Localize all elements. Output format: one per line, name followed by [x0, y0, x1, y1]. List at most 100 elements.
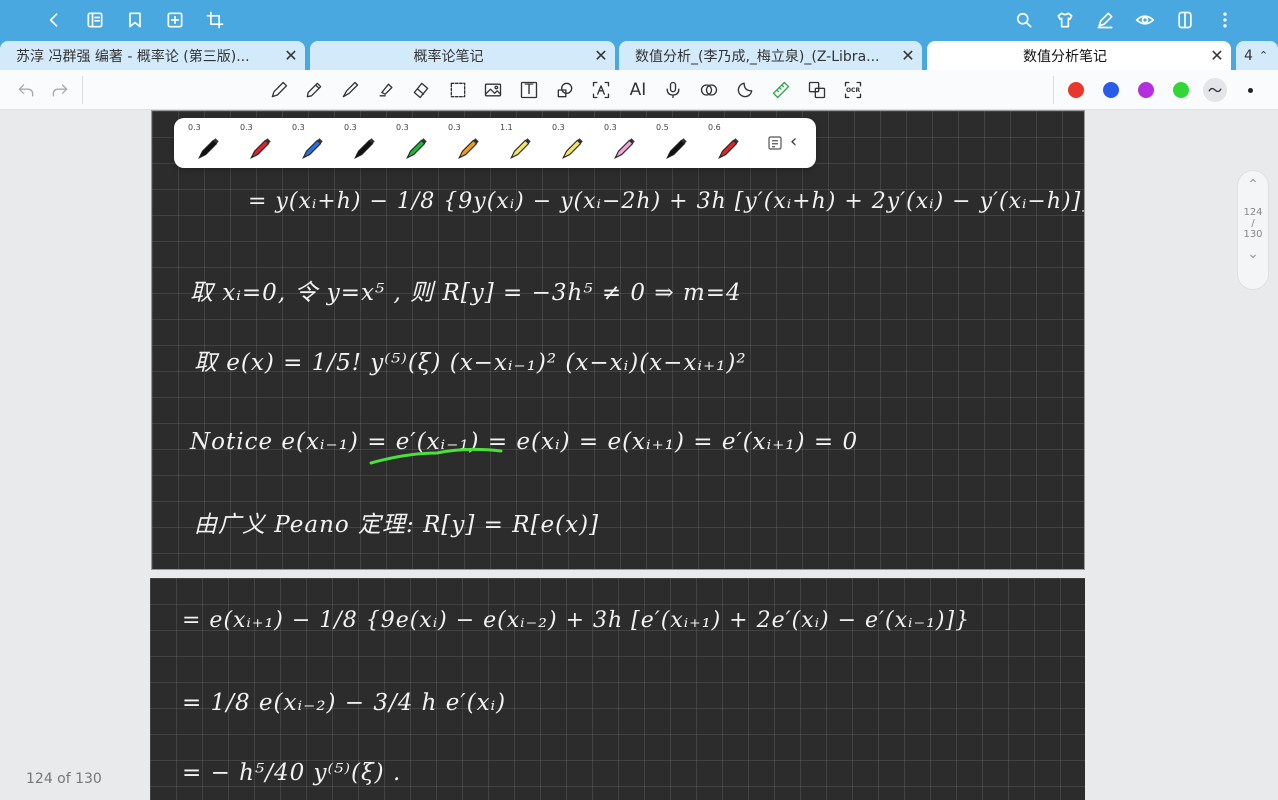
pen-icon — [562, 138, 583, 159]
back-icon[interactable] — [42, 8, 66, 32]
pen-mode-icon[interactable] — [1093, 8, 1117, 32]
grid-background — [152, 111, 1084, 569]
green-highlight-stroke — [369, 447, 503, 465]
sticker-icon[interactable] — [733, 78, 757, 102]
tab-overflow[interactable]: 4 ⌃ — [1236, 41, 1278, 70]
color-swatch-blue[interactable] — [1103, 82, 1119, 98]
close-icon[interactable]: ✕ — [277, 46, 305, 65]
pen-icon — [718, 138, 739, 159]
text-icon-label: T — [524, 82, 534, 98]
total-pages: 130 — [1243, 229, 1263, 240]
split-view-icon[interactable] — [1173, 8, 1197, 32]
pen-preset[interactable]: 1.1 — [496, 121, 544, 165]
link-icon[interactable] — [697, 78, 721, 102]
ocr-icon[interactable]: OCR — [841, 78, 865, 102]
handwriting-line: = e(xᵢ₊₁) − 1/8 {9e(xᵢ) − e(xᵢ₋₂) + 3h [… — [182, 608, 971, 633]
tab-label: 数值分析_(李乃成,_梅立泉)_(Z-Libra... — [635, 48, 880, 65]
chevron-up-icon[interactable]: ⌃ — [1238, 177, 1268, 193]
pen-preset[interactable]: 0.3 — [236, 121, 284, 165]
add-page-icon[interactable] — [163, 8, 187, 32]
pen-icon[interactable] — [267, 78, 291, 102]
crop-icon[interactable] — [203, 8, 227, 32]
close-icon[interactable]: ✕ — [894, 46, 922, 65]
note-page[interactable]: = e(xᵢ₊₁) − 1/8 {9e(xᵢ) − e(xᵢ₋₂) + 3h [… — [150, 578, 1085, 800]
search-icon[interactable] — [1012, 8, 1036, 32]
read-mode-icon[interactable] — [1133, 8, 1157, 32]
more-icon[interactable] — [1213, 8, 1237, 32]
divider — [1053, 76, 1054, 104]
tab-numerical-analysis-book[interactable]: 数值分析_(李乃成,_梅立泉)_(Z-Libra... ✕ — [619, 41, 922, 70]
pen-icon — [354, 138, 375, 159]
pen-size-label: 1.1 — [500, 123, 513, 132]
page-scroller[interactable]: ⌃ 124 / 130 ⌄ — [1237, 170, 1269, 290]
pen-icon — [510, 138, 531, 159]
pen-preset[interactable]: 0.3 — [184, 121, 232, 165]
color-swatch-purple[interactable] — [1138, 82, 1154, 98]
pen-icon — [458, 138, 479, 159]
pen-palette: 0.3 0.3 0.3 0.3 0.3 0.3 1.1 0.3 0.3 0.5 0.6 ‹ — [174, 118, 816, 168]
tab-numerical-analysis-notes[interactable]: 数值分析笔记 ✕ — [927, 41, 1231, 70]
outline-icon[interactable] — [83, 8, 107, 32]
highlighter-icon[interactable] — [374, 78, 398, 102]
close-icon[interactable]: ✕ — [1203, 46, 1231, 65]
ai-label: AI — [629, 80, 647, 100]
pen-preset[interactable]: 0.3 — [444, 121, 492, 165]
pen-icon — [406, 138, 427, 159]
handwriting-line: = − h⁵/40 y⁽⁵⁾(ξ) . — [182, 760, 402, 786]
palette-settings-icon[interactable] — [766, 134, 784, 152]
eraser-icon[interactable] — [409, 78, 433, 102]
pencil-icon[interactable] — [302, 78, 326, 102]
pen-size-label: 0.3 — [604, 123, 617, 132]
pen-preset[interactable]: 0.5 — [652, 121, 700, 165]
ocr-label: OCR — [845, 86, 861, 94]
tab-label: 苏淳 冯群强 编著 - 概率论 (第三版)... — [16, 48, 250, 65]
color-swatch-red[interactable] — [1068, 82, 1084, 98]
color-swatch-green[interactable] — [1173, 82, 1189, 98]
handwriting-line: 由广义 Peano 定理: R[y] = R[e(x)] — [194, 512, 600, 538]
pen-icon — [198, 138, 219, 159]
ruler-icon[interactable] — [769, 78, 793, 102]
bookmark-icon[interactable] — [123, 8, 147, 32]
page-separator: / — [1251, 218, 1255, 229]
tab-probability-notes[interactable]: 概率论笔记 ✕ — [310, 41, 615, 70]
shape-icon[interactable] — [553, 78, 577, 102]
tab-bar: 苏淳 冯群强 编著 - 概率论 (第三版)... ✕ 概率论笔记 ✕ 数值分析_… — [0, 40, 1278, 70]
stroke-style-icon[interactable] — [1203, 78, 1227, 102]
image-icon[interactable] — [481, 78, 505, 102]
pen-preset[interactable]: 0.3 — [288, 121, 336, 165]
current-page: 124 — [1243, 207, 1263, 218]
note-page[interactable]: = y(xᵢ+h) − 1/8 {9y(xᵢ) − y(xᵢ−2h) + 3h … — [151, 110, 1085, 570]
pen-size-label: 0.6 — [708, 123, 721, 132]
ai-icon[interactable]: AI — [625, 78, 651, 102]
undo-icon[interactable] — [14, 78, 38, 102]
tab-label: 概率论笔记 — [413, 48, 484, 65]
text-recognition-icon[interactable] — [589, 78, 613, 102]
pen-preset[interactable]: 0.3 — [392, 121, 440, 165]
text-icon[interactable]: T — [517, 78, 541, 102]
pen-size-label: 0.3 — [188, 123, 201, 132]
pen-preset[interactable]: 0.3 — [340, 121, 388, 165]
divider — [82, 76, 83, 104]
pen-icon — [666, 138, 687, 159]
pen-icon — [614, 138, 635, 159]
pen-preset[interactable]: 0.3 — [548, 121, 596, 165]
close-icon[interactable]: ✕ — [587, 46, 615, 65]
microphone-icon[interactable] — [661, 78, 685, 102]
handwriting-line: 取 xᵢ=0, 令 y=x⁵ , 则 R[y] = −3h⁵ ≠ 0 ⇒ m=4 — [190, 280, 742, 306]
handwriting-line: 取 e(x) = 1/5! y⁽⁵⁾(ξ) (x−xᵢ₋₁)² (x−xᵢ)(x… — [194, 350, 747, 376]
stroke-width-dot[interactable] — [1248, 88, 1253, 93]
collapse-palette-icon[interactable]: ‹ — [790, 131, 797, 152]
redo-icon[interactable] — [48, 78, 72, 102]
theme-icon[interactable] — [1053, 8, 1077, 32]
page-counter: 124 of 130 — [26, 771, 102, 787]
tab-overflow-count: 4 — [1244, 47, 1253, 64]
fountain-pen-icon[interactable] — [338, 78, 362, 102]
pen-preset[interactable]: 0.6 — [704, 121, 752, 165]
lasso-icon[interactable] — [446, 78, 470, 102]
tab-probability-book[interactable]: 苏淳 冯群强 编著 - 概率论 (第三版)... ✕ — [0, 41, 305, 70]
pen-size-label: 0.3 — [292, 123, 305, 132]
translate-icon[interactable] — [805, 78, 829, 102]
pen-preset[interactable]: 0.3 — [600, 121, 648, 165]
handwriting-line: Notice e(xᵢ₋₁) = e′(xᵢ₋₁) = e(xᵢ) = e(xᵢ… — [190, 429, 859, 455]
chevron-down-icon[interactable]: ⌄ — [1238, 246, 1268, 262]
